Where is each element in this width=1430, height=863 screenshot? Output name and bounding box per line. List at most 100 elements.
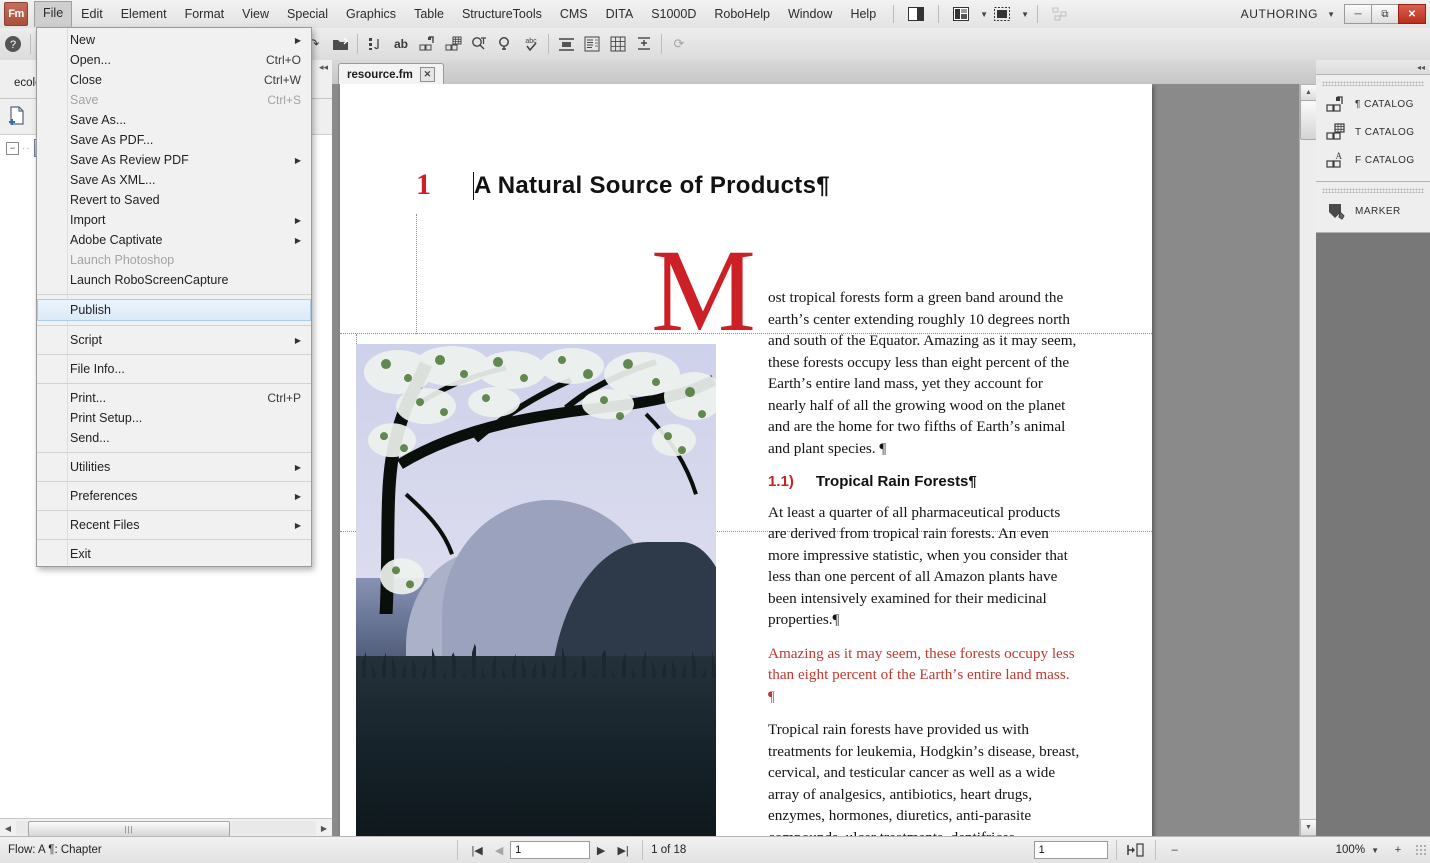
menu-item-new[interactable]: New▶ [37, 30, 311, 50]
paragraph-catalog-icon[interactable] [414, 32, 440, 56]
open-folder-icon[interactable] [327, 32, 353, 56]
page-number-input[interactable]: 1 [510, 841, 590, 859]
menu-structuretools[interactable]: StructureTools [453, 2, 551, 27]
menu-s1000d[interactable]: S1000D [642, 2, 705, 27]
next-page-icon[interactable]: ▶ [590, 840, 612, 860]
search-icon[interactable] [492, 32, 518, 56]
anchored-frame-icon[interactable] [553, 32, 579, 56]
pod-toggle-icon[interactable] [905, 5, 927, 23]
tree-collapse-icon[interactable]: − [6, 142, 19, 155]
scroll-left-icon[interactable]: ◀ [0, 824, 16, 833]
fit-page-icon[interactable] [1125, 840, 1147, 860]
body-text-column[interactable]: ost tropical forests form a green band a… [768, 287, 1080, 836]
menu-file[interactable]: File [34, 1, 72, 27]
document-tab-resource-fm[interactable]: resource.fm ✕ [338, 63, 444, 85]
character-designer-icon[interactable]: ab [388, 32, 414, 56]
menu-item-close[interactable]: CloseCtrl+W [37, 70, 311, 90]
menu-window[interactable]: Window [779, 2, 841, 27]
menu-dita[interactable]: DITA [597, 2, 643, 27]
help-icon[interactable]: ? [0, 32, 26, 56]
hscroll-thumb[interactable]: ||| [28, 821, 230, 837]
menu-format[interactable]: Format [176, 2, 234, 27]
chapter-title[interactable]: A Natural Source of Products¶ [474, 172, 830, 200]
file-menu-dropdown[interactable]: New▶Open...Ctrl+OCloseCtrl+WSaveCtrl+SSa… [36, 27, 312, 567]
left-panel-hscrollbar[interactable]: ◀ ||| ▶ [0, 818, 332, 837]
layout-view-icon[interactable] [950, 5, 972, 23]
scroll-right-icon[interactable]: ▶ [316, 824, 332, 833]
menu-robohelp[interactable]: RoboHelp [705, 2, 779, 27]
previous-page-icon[interactable]: ◀ [488, 840, 510, 860]
menu-item-adobe-captivate[interactable]: Adobe Captivate▶ [37, 230, 311, 250]
chevron-down-icon-2[interactable]: ▼ [1021, 10, 1029, 19]
close-icon[interactable]: ✕ [420, 67, 435, 82]
close-button[interactable]: ✕ [1398, 4, 1426, 24]
chevron-down-icon[interactable]: ▼ [980, 10, 988, 19]
pod-grip[interactable] [1322, 81, 1424, 86]
menu-item-preferences[interactable]: Preferences▶ [37, 486, 311, 506]
menu-item-import[interactable]: Import▶ [37, 210, 311, 230]
zoom-in-button[interactable]: + [1387, 840, 1409, 860]
paragraph-designer-icon[interactable] [362, 32, 388, 56]
last-page-icon[interactable]: ▶| [612, 840, 634, 860]
find-change-icon[interactable] [466, 32, 492, 56]
pod-grip-2[interactable] [1322, 188, 1424, 193]
zoom-page-input[interactable]: 1 [1034, 841, 1108, 859]
menu-item-exit[interactable]: Exit [37, 544, 311, 564]
menu-item-revert-to-saved[interactable]: Revert to Saved [37, 190, 311, 210]
right-dock-collapse-icon[interactable]: ◂◂ [1316, 60, 1430, 75]
pod-character-catalog[interactable]: A F CATALOG [1316, 146, 1430, 174]
spellcheck-icon[interactable]: abc [518, 32, 544, 56]
pod-table-catalog[interactable]: T CATALOG [1316, 118, 1430, 146]
document-page[interactable]: 1 A Natural Source of Products¶ M [340, 84, 1152, 836]
resize-grip[interactable] [1415, 844, 1427, 856]
submenu-arrow-icon: ▶ [295, 492, 301, 501]
minimize-button[interactable]: ─ [1344, 4, 1372, 24]
menu-item-save-as-xml[interactable]: Save As XML... [37, 170, 311, 190]
chapter-number: 1 [416, 168, 431, 202]
screen-mode-icon[interactable] [991, 5, 1013, 23]
menu-special[interactable]: Special [278, 2, 337, 27]
menu-item-save-as[interactable]: Save As... [37, 110, 311, 130]
menu-item-print[interactable]: Print...Ctrl+P [37, 388, 311, 408]
zoom-chevron-down-icon[interactable]: ▼ [1371, 846, 1379, 855]
menu-item-script[interactable]: Script▶ [37, 330, 311, 350]
workspace-chevron-down-icon[interactable]: ▼ [1327, 10, 1335, 19]
menu-item-save-as-pdf[interactable]: Save As PDF... [37, 130, 311, 150]
menu-item-save-as-review-pdf[interactable]: Save As Review PDF▶ [37, 150, 311, 170]
text-frame-icon[interactable] [579, 32, 605, 56]
zoom-level-label[interactable]: 100% [1336, 844, 1365, 856]
menu-item-open[interactable]: Open...Ctrl+O [37, 50, 311, 70]
scroll-down-icon[interactable]: ▼ [1300, 819, 1317, 836]
menu-item-print-setup[interactable]: Print Setup... [37, 408, 311, 428]
menu-item-publish[interactable]: Publish [37, 299, 311, 321]
scroll-up-icon[interactable]: ▲ [1300, 84, 1317, 101]
menu-edit[interactable]: Edit [72, 2, 112, 27]
menu-item-recent-files[interactable]: Recent Files▶ [37, 515, 311, 535]
table-catalog-icon[interactable] [440, 32, 466, 56]
menu-element[interactable]: Element [112, 2, 176, 27]
menu-item-send[interactable]: Send... [37, 428, 311, 448]
menu-item-launch-roboscreencapture[interactable]: Launch RoboScreenCapture [37, 270, 311, 290]
menu-cms[interactable]: CMS [551, 2, 597, 27]
submenu-arrow-icon: ▶ [295, 216, 301, 225]
menu-view[interactable]: View [233, 2, 278, 27]
zoom-out-button[interactable]: – [1164, 840, 1186, 860]
menu-help[interactable]: Help [841, 2, 885, 27]
workspace-selector-label[interactable]: AUTHORING [1237, 7, 1322, 21]
page-canvas[interactable]: 1 A Natural Source of Products¶ M [332, 84, 1316, 836]
menu-item-file-info[interactable]: File Info... [37, 359, 311, 379]
forest-photograph[interactable] [356, 344, 716, 836]
pod-marker[interactable]: MARKER [1316, 197, 1430, 225]
restore-button[interactable]: ⧉ [1371, 4, 1399, 24]
document-vscrollbar[interactable]: ▲ ▼ [1299, 84, 1316, 836]
pod-paragraph-catalog[interactable]: ¶ CATALOG [1316, 90, 1430, 118]
menu-table[interactable]: Table [405, 2, 453, 27]
add-row-icon[interactable] [631, 32, 657, 56]
vscroll-thumb[interactable] [1300, 100, 1317, 140]
new-file-icon[interactable] [4, 103, 30, 129]
insert-table-icon[interactable] [605, 32, 631, 56]
menu-graphics[interactable]: Graphics [337, 2, 405, 27]
hscroll-track[interactable]: ||| [16, 821, 316, 835]
menu-item-utilities[interactable]: Utilities▶ [37, 457, 311, 477]
first-page-icon[interactable]: |◀ [466, 840, 488, 860]
